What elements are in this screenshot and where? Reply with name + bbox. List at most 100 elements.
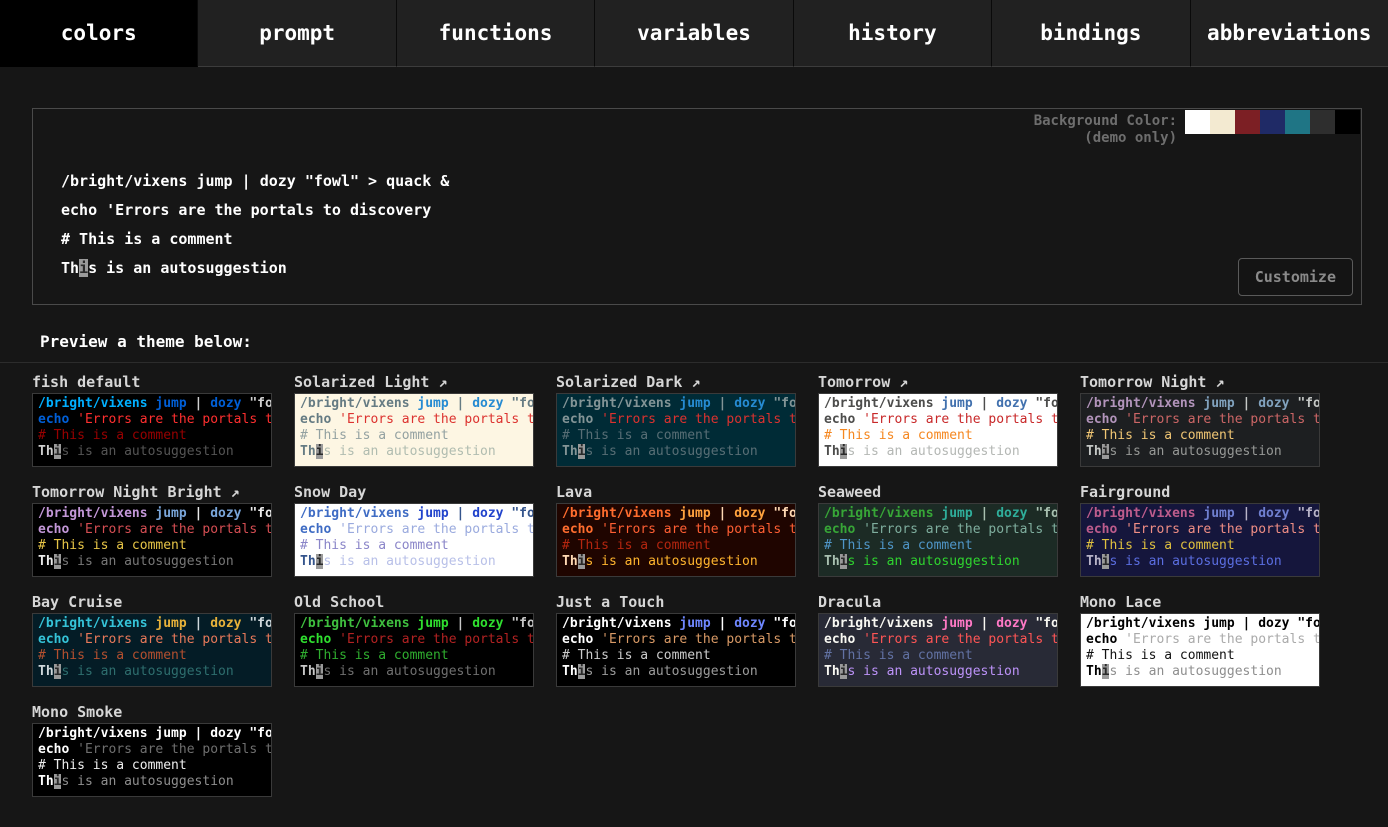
- segment-punct: Th: [562, 664, 578, 679]
- theme-preview: /bright/vixens jump | dozy "fowl" > quac…: [294, 503, 534, 577]
- segment-path: /bright/vixens: [824, 506, 934, 521]
- segment-comment: # This is a comment: [300, 648, 449, 663]
- external-link-icon: ↗: [682, 373, 700, 391]
- theme-card[interactable]: Tomorrow ↗/bright/vixens jump | dozy "fo…: [818, 371, 1058, 467]
- sample-line: # This is a comment: [562, 428, 790, 444]
- segment-path: /bright/vixens: [38, 506, 148, 521]
- theme-card[interactable]: Seaweed/bright/vixens jump | dozy "fowl"…: [818, 481, 1058, 577]
- theme-card[interactable]: Mono Lace/bright/vixens jump | dozy "fow…: [1080, 591, 1320, 687]
- segment-arg: jump: [1203, 396, 1234, 411]
- tab-abbreviations[interactable]: abbreviations: [1191, 0, 1388, 67]
- segment-comment: # This is a comment: [824, 538, 973, 553]
- segment-suggest: s is an autosuggestion: [847, 554, 1019, 569]
- theme-card[interactable]: Snow Day/bright/vixens jump | dozy "fowl…: [294, 481, 534, 577]
- segment-error: 'Errors are the portals to discovery: [593, 412, 796, 427]
- segment-suggest: s is an autosuggestion: [323, 664, 495, 679]
- sample-line: # This is a comment: [300, 648, 528, 664]
- background-color-swatch[interactable]: [1310, 110, 1335, 134]
- segment-echo: echo: [824, 522, 855, 537]
- segment-suggest: s is an autosuggestion: [323, 554, 495, 569]
- external-link-icon: ↗: [890, 373, 908, 391]
- theme-card[interactable]: Bay Cruise/bright/vixens jump | dozy "fo…: [32, 591, 272, 687]
- theme-card[interactable]: Just a Touch/bright/vixens jump | dozy "…: [556, 591, 796, 687]
- theme-name: fish default: [32, 371, 272, 393]
- tab-bindings[interactable]: bindings: [992, 0, 1190, 67]
- segment-punct: |: [233, 172, 260, 190]
- theme-card[interactable]: fish default/bright/vixens jump | dozy "…: [32, 371, 272, 467]
- background-color-swatch[interactable]: [1235, 110, 1260, 134]
- segment-punct: "fowl" > quack &: [766, 506, 796, 521]
- background-color-swatch[interactable]: [1185, 110, 1210, 134]
- tab-functions[interactable]: functions: [397, 0, 595, 67]
- theme-card[interactable]: Old School/bright/vixens jump | dozy "fo…: [294, 591, 534, 687]
- sample-line: /bright/vixens jump | dozy "fowl" > quac…: [824, 506, 1052, 522]
- segment-echo: echo: [1086, 522, 1117, 537]
- segment-punct: Th: [1086, 664, 1102, 679]
- theme-name: Mono Smoke: [32, 701, 272, 723]
- background-color-swatch[interactable]: [1210, 110, 1235, 134]
- theme-card[interactable]: Tomorrow Night ↗/bright/vixens jump | do…: [1080, 371, 1320, 467]
- segment-punct: Th: [824, 554, 840, 569]
- customize-button[interactable]: Customize: [1238, 258, 1353, 296]
- sample-line: echo 'Errors are the portals to discover…: [61, 196, 449, 225]
- theme-name: Tomorrow Night ↗: [1080, 371, 1320, 393]
- tab-prompt[interactable]: prompt: [198, 0, 396, 67]
- sample-line: /bright/vixens jump | dozy "fowl" > quac…: [38, 396, 266, 412]
- segment-echo: echo: [562, 522, 593, 537]
- sample-line: echo 'Errors are the portals to discover…: [300, 632, 528, 648]
- sample-line: This is an autosuggestion: [824, 444, 1052, 460]
- color-preview-panel: Background Color: (demo only) /bright/vi…: [32, 108, 1362, 305]
- background-color-swatch[interactable]: [1285, 110, 1310, 134]
- theme-preview: /bright/vixens jump | dozy "fowl" > quac…: [32, 723, 272, 797]
- theme-card[interactable]: Solarized Light ↗/bright/vixens jump | d…: [294, 371, 534, 467]
- theme-card[interactable]: Mono Smoke/bright/vixens jump | dozy "fo…: [32, 701, 272, 797]
- segment-punct: Th: [300, 554, 316, 569]
- theme-card[interactable]: Solarized Dark ↗/bright/vixens jump | do…: [556, 371, 796, 467]
- sample-line: This is an autosuggestion: [824, 664, 1052, 680]
- tab-variables[interactable]: variables: [595, 0, 793, 67]
- segment-comment: # This is a comment: [38, 428, 187, 443]
- sample-line: # This is a comment: [61, 225, 449, 254]
- segment-echo: echo: [38, 412, 69, 427]
- segment-punct: "fowl" > quack &: [296, 172, 450, 190]
- theme-name-text: Old School: [294, 593, 384, 611]
- segment-punct: Th: [300, 664, 316, 679]
- sample-line: echo 'Errors are the portals to discover…: [38, 412, 266, 428]
- segment-error: 'Errors are the portals to discovery: [855, 522, 1058, 537]
- segment-suggest: s is an autosuggestion: [61, 554, 233, 569]
- segment-path: /bright/vixens: [824, 616, 934, 631]
- sample-line: # This is a comment: [1086, 428, 1314, 444]
- tab-colors[interactable]: colors: [0, 0, 198, 67]
- segment-punct: Th: [824, 444, 840, 459]
- segment-punct: |: [1235, 396, 1258, 411]
- segment-suggest: s is an autosuggestion: [847, 664, 1019, 679]
- tab-history[interactable]: history: [794, 0, 992, 67]
- terminal-preview: /bright/vixens jump | dozy "fowl" > quac…: [61, 167, 449, 283]
- theme-preview: /bright/vixens jump | dozy "fowl" > quac…: [818, 613, 1058, 687]
- segment-path: /bright/vixens: [562, 616, 672, 631]
- theme-name-text: Snow Day: [294, 483, 366, 501]
- theme-card[interactable]: Fairground/bright/vixens jump | dozy "fo…: [1080, 481, 1320, 577]
- sample-line: echo 'Errors are the portals to discover…: [562, 412, 790, 428]
- segment-echo: echo: [38, 522, 69, 537]
- external-link-icon: ↗: [1206, 373, 1224, 391]
- segment-suggest: s is an autosuggestion: [88, 259, 287, 277]
- theme-name-text: Just a Touch: [556, 593, 664, 611]
- segment-arg: jump: [155, 396, 186, 411]
- segment-punct: "fowl" > quack &: [242, 506, 272, 521]
- segment-punct: "fowl" > quack &: [1028, 396, 1058, 411]
- theme-card[interactable]: Tomorrow Night Bright ↗/bright/vixens ju…: [32, 481, 272, 577]
- theme-card[interactable]: Dracula/bright/vixens jump | dozy "fowl"…: [818, 591, 1058, 687]
- sample-line: # This is a comment: [38, 428, 266, 444]
- theme-name-text: Lava: [556, 483, 592, 501]
- segment-punct: "fowl" > quack &: [242, 396, 272, 411]
- sample-line: This is an autosuggestion: [61, 254, 449, 283]
- segment-arg: jump: [155, 726, 186, 741]
- theme-card[interactable]: Lava/bright/vixens jump | dozy "fowl" > …: [556, 481, 796, 577]
- segment-punct: |: [1235, 616, 1258, 631]
- sample-line: This is an autosuggestion: [300, 664, 528, 680]
- background-color-swatch[interactable]: [1335, 110, 1360, 134]
- background-color-swatch[interactable]: [1260, 110, 1285, 134]
- sample-line: echo 'Errors are the portals to discover…: [1086, 522, 1314, 538]
- theme-grid: fish default/bright/vixens jump | dozy "…: [32, 371, 1388, 797]
